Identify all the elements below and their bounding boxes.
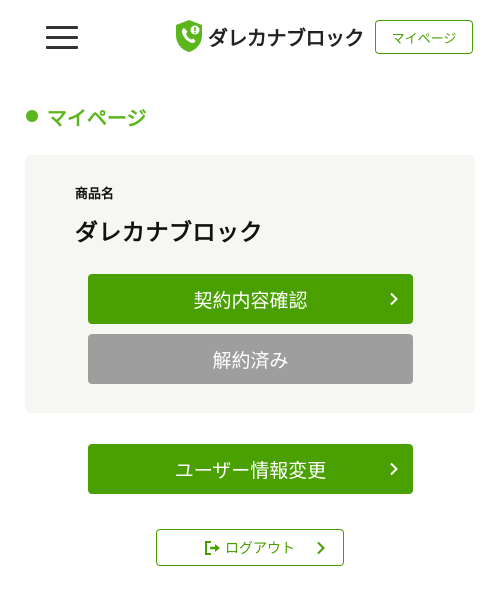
chevron-right-icon [390, 462, 398, 476]
logout-label: ログアウト [225, 540, 295, 557]
product-card: 商品名 ダレカナブロック 契約内容確認 解約済み [25, 155, 475, 413]
section-title-text: マイページ [47, 105, 147, 130]
bullet-dot-icon [26, 110, 38, 122]
hamburger-line [46, 36, 78, 39]
page: ダレカナブロック マイページ マイページ 商品名 ダレカナブロック 契約内容確認… [0, 0, 500, 616]
contract-details-label: 契約内容確認 [193, 289, 308, 312]
user-info-change-button[interactable]: ユーザー情報変更 [88, 444, 413, 494]
hamburger-menu-icon[interactable] [46, 26, 78, 50]
contract-details-button[interactable]: 契約内容確認 [88, 274, 413, 324]
chevron-right-icon [390, 292, 398, 306]
cancelled-label: 解約済み [212, 349, 289, 372]
cancelled-button: 解約済み [88, 334, 413, 384]
hamburger-line [46, 46, 78, 49]
logout-icon [205, 540, 220, 555]
logo[interactable]: ダレカナブロック [174, 18, 365, 54]
product-name: ダレカナブロック [75, 220, 263, 246]
product-label: 商品名 [75, 187, 115, 202]
mypage-button[interactable]: マイページ [375, 20, 473, 54]
section-title: マイページ [26, 102, 147, 130]
shield-phone-icon [176, 20, 202, 52]
chevron-right-icon [317, 541, 325, 554]
header: ダレカナブロック マイページ [0, 0, 500, 78]
logo-text: ダレカナブロック [208, 25, 365, 50]
hamburger-line [46, 26, 78, 29]
user-info-change-label: ユーザー情報変更 [174, 459, 327, 482]
logout-button[interactable]: ログアウト [156, 529, 344, 566]
